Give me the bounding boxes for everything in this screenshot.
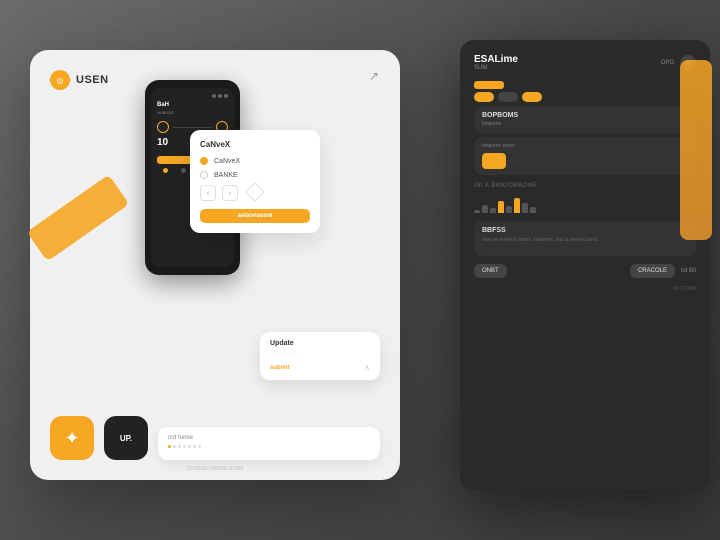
right-bottom-row: ONBT CRACOLE lot Bit bbox=[474, 264, 696, 278]
bar-1 bbox=[474, 210, 480, 213]
middle-card-action-label[interactable]: submit bbox=[270, 365, 290, 371]
sparkle-icon: ✦ bbox=[64, 428, 79, 449]
brand-logo-icon: ◎ bbox=[50, 70, 70, 90]
up-label: UP. bbox=[120, 434, 132, 443]
onbt-button[interactable]: ONBT bbox=[474, 264, 507, 278]
middle-card-title: Update bbox=[270, 340, 370, 347]
phone-nav-item-2[interactable] bbox=[181, 168, 186, 173]
right-box-2-actions: · · · bbox=[482, 153, 688, 169]
right-section-2-box: BBFSS nom an interval tames, fasomes, bu… bbox=[474, 221, 696, 256]
popup-card: CaNveX CaNveX BANKE ‹ › aeiaonaosm bbox=[190, 130, 320, 233]
popup-arrow-right-icon[interactable]: › bbox=[222, 185, 238, 201]
chart-section-title: INI A BMKIOBBOME bbox=[474, 183, 696, 189]
chart-section: INI A BMKIOBBOME bbox=[474, 183, 696, 213]
right-section-1: BOPBOMS biopome biopome nomo · · · bbox=[474, 106, 696, 175]
footer-label: CENSUS HMORE SCAM bbox=[30, 466, 400, 472]
popup-option-2-label: BANKE bbox=[214, 172, 238, 179]
right-header-label: OPO bbox=[661, 60, 674, 66]
chevron-up-icon: ∧ bbox=[364, 363, 370, 372]
bar-2 bbox=[482, 205, 488, 213]
section-2-text: nom an interval tames, fasomes, but at i… bbox=[482, 236, 688, 244]
bottom-area: ✦ UP. not heme bbox=[50, 416, 380, 460]
middle-info-card: Update · · · · · · · · submit ∧ bbox=[260, 332, 380, 380]
right-box-1-title: BOPBOMS bbox=[482, 112, 688, 119]
radio-option-2-icon[interactable] bbox=[200, 171, 208, 179]
toggle-3[interactable] bbox=[522, 92, 542, 102]
toggle-2[interactable] bbox=[498, 92, 518, 102]
small-orange-block bbox=[482, 153, 506, 169]
dot-1 bbox=[168, 445, 171, 448]
right-footer-label: MCTIONS bbox=[474, 286, 696, 292]
right-box-2: biopome nomo · · · bbox=[474, 137, 696, 175]
right-header-text: ESALime SUM bbox=[474, 54, 518, 71]
cracole-button[interactable]: CRACOLE bbox=[630, 264, 675, 278]
bar-6-highlight bbox=[514, 198, 520, 213]
bar-8 bbox=[530, 207, 536, 213]
right-orange-divider bbox=[474, 81, 504, 89]
bottom-note: lot Bit bbox=[681, 268, 696, 274]
dots-progress bbox=[168, 445, 370, 448]
dot-3 bbox=[178, 445, 181, 448]
right-box-1: BOPBOMS biopome bbox=[474, 106, 696, 133]
popup-nav-row: ‹ › bbox=[200, 185, 310, 201]
phone-status-bar bbox=[157, 94, 228, 98]
dot-6 bbox=[193, 445, 196, 448]
phone-nav-item-1[interactable] bbox=[163, 168, 168, 173]
right-card: ESALime SUM OPO ◎ BOPBOMS biopome biopom… bbox=[460, 40, 710, 490]
wifi-icon bbox=[218, 94, 222, 98]
right-box-1-sub: biopome bbox=[482, 121, 688, 127]
phone-app-subtitle: HUBUDD bbox=[157, 110, 228, 115]
right-box-2-note: · · · bbox=[510, 158, 518, 164]
right-card-header: ESALime SUM OPO ◎ bbox=[474, 54, 696, 71]
dot-5 bbox=[188, 445, 191, 448]
right-box-2-sub: biopome nomo bbox=[482, 143, 688, 149]
bar-5 bbox=[506, 206, 512, 213]
dot-7 bbox=[198, 445, 201, 448]
popup-option-1[interactable]: CaNveX bbox=[200, 157, 310, 165]
dot-2 bbox=[173, 445, 176, 448]
phone-stat-1: 10 bbox=[157, 137, 168, 148]
bar-chart bbox=[474, 193, 696, 213]
mini-bottom-card: not heme bbox=[158, 427, 380, 460]
dot-4 bbox=[183, 445, 186, 448]
right-card-subtitle: SUM bbox=[474, 65, 518, 71]
signal-icon bbox=[212, 94, 216, 98]
popup-diamond-icon bbox=[245, 182, 265, 202]
orange-action-button[interactable]: ✦ bbox=[50, 416, 94, 460]
brand-name: USEN bbox=[76, 74, 109, 86]
toggle-1[interactable] bbox=[474, 92, 494, 102]
phone-divider bbox=[173, 127, 212, 128]
bar-3 bbox=[490, 208, 496, 213]
card-share-icon[interactable]: ↗ bbox=[366, 68, 382, 84]
middle-card-footer: submit ∧ bbox=[270, 363, 370, 372]
battery-icon bbox=[224, 94, 228, 98]
dark-action-button[interactable]: UP. bbox=[104, 416, 148, 460]
radio-option-1-icon[interactable] bbox=[200, 157, 208, 165]
popup-arrow-left-icon[interactable]: ‹ bbox=[200, 185, 216, 201]
bar-7 bbox=[522, 203, 528, 213]
left-card: ◎ USEN ↗ BaH HUBUDD 10 1,274 bbox=[30, 50, 400, 480]
bar-4-highlight bbox=[498, 201, 504, 213]
right-orange-strip bbox=[680, 60, 712, 240]
right-card-title: ESALime bbox=[474, 54, 518, 65]
phone-app-title: BaH bbox=[157, 102, 228, 108]
popup-title: CaNveX bbox=[200, 140, 310, 149]
popup-option-2[interactable]: BANKE bbox=[200, 171, 310, 179]
middle-card-subtitle: · · · · · · · · bbox=[270, 351, 370, 357]
toggle-row bbox=[474, 92, 696, 102]
right-section-2: BBFSS nom an interval tames, fasomes, bu… bbox=[474, 221, 696, 256]
phone-icon-1 bbox=[157, 121, 169, 133]
popup-confirm-button[interactable]: aeiaonaosm bbox=[200, 209, 310, 223]
mini-card-label: not heme bbox=[168, 435, 370, 441]
popup-option-1-label: CaNveX bbox=[214, 158, 240, 165]
section-2-title: BBFSS bbox=[482, 227, 688, 234]
